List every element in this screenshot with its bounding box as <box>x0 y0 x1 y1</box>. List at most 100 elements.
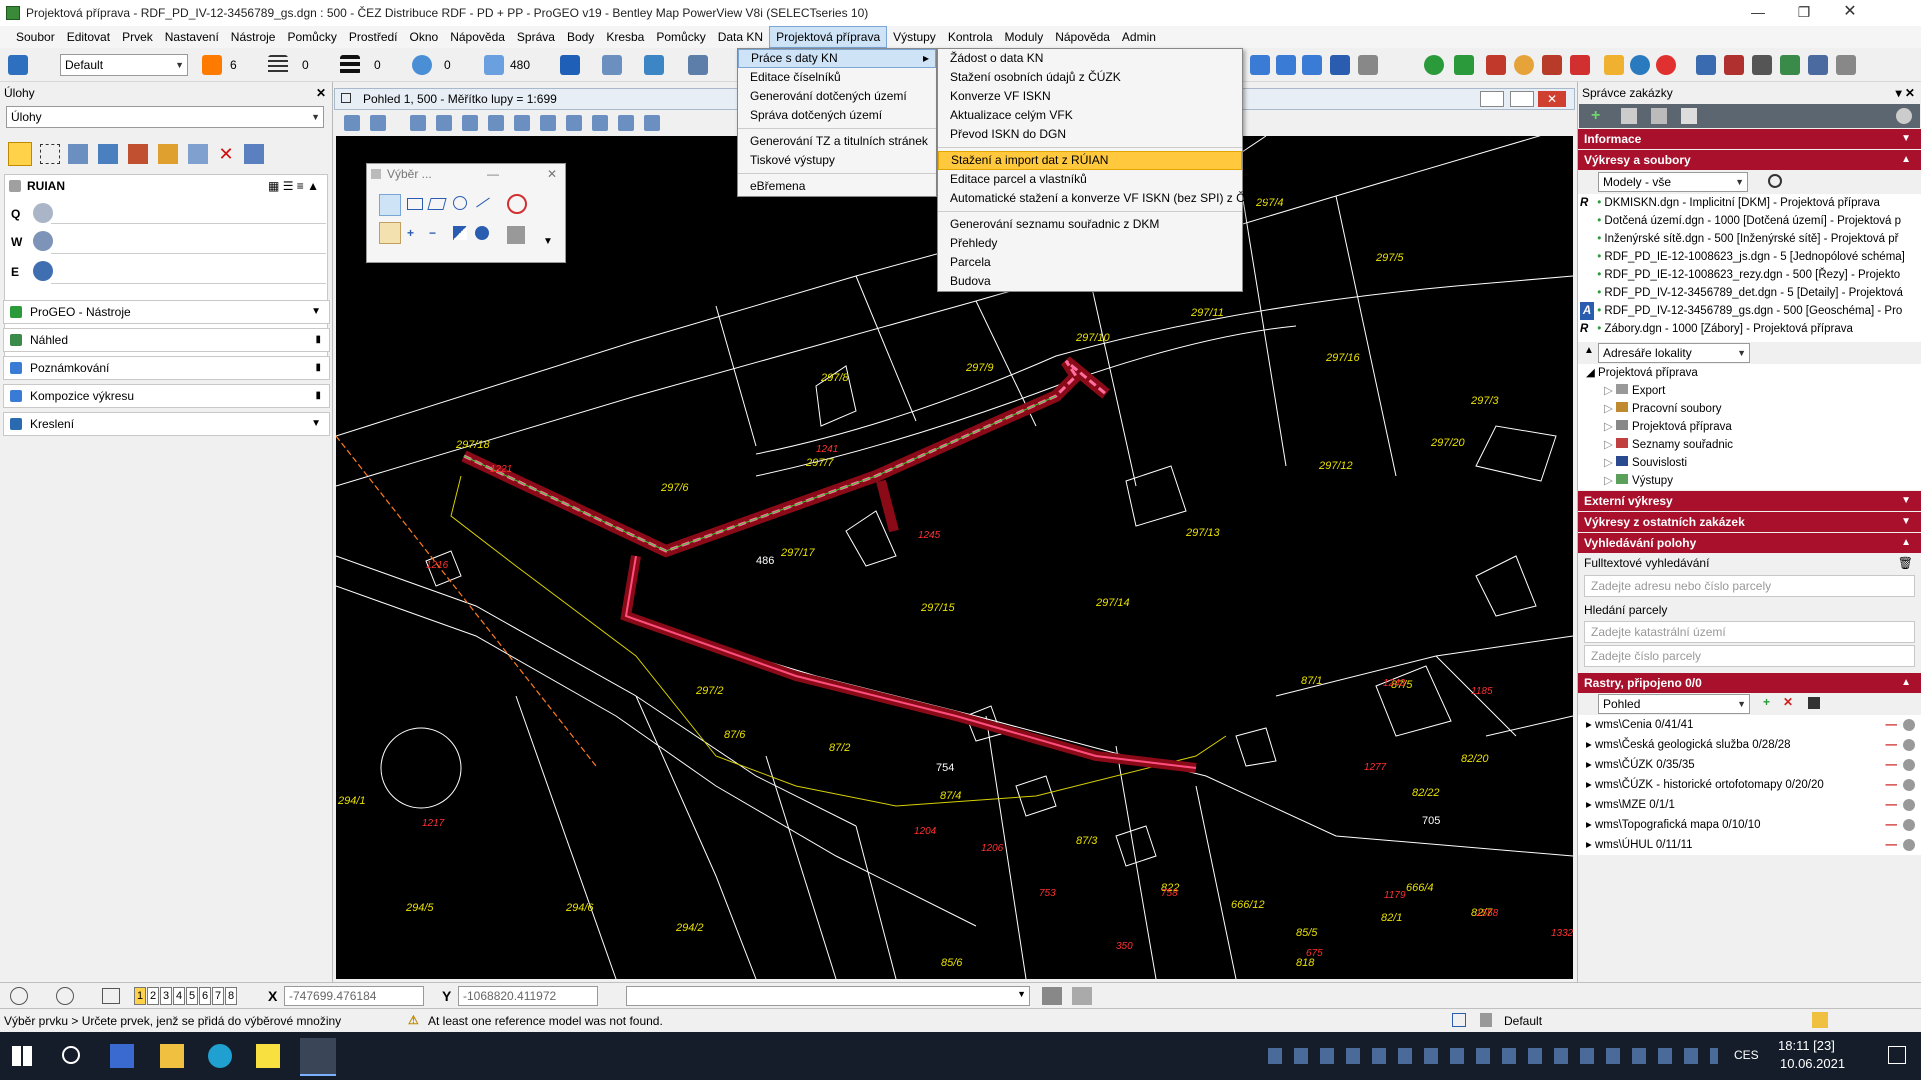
print-icon[interactable] <box>1042 987 1062 1005</box>
selection-more-icon[interactable]: ▼ <box>543 236 553 247</box>
ml-icon[interactable] <box>1752 55 1772 75</box>
sticky-notes-icon[interactable] <box>256 1044 280 1068</box>
wms-item[interactable]: ▸ wms\ČÚZK 0/35/35 — <box>1586 755 1921 775</box>
projekt-menu-item-6[interactable]: eBřemena <box>738 177 936 196</box>
select-line-icon[interactable] <box>476 197 490 208</box>
wms-expand-icon[interactable]: ▸ <box>1586 819 1595 831</box>
map-icon[interactable] <box>1780 55 1800 75</box>
priority-icon[interactable] <box>484 55 504 75</box>
katastr-input[interactable]: Zadejte katastrální území <box>1584 621 1915 643</box>
projekt-menu-item-0[interactable]: Práce s daty KN ▸ <box>738 49 936 68</box>
view-page-button[interactable]: 5 <box>186 987 198 1005</box>
snap-icon[interactable] <box>1452 1013 1466 1027</box>
wms-item[interactable]: ▸ wms\Česká geologická služba 0/28/28 — <box>1586 735 1921 755</box>
wms-expand-icon[interactable]: ▸ <box>1586 839 1595 851</box>
select-arrow-icon[interactable] <box>8 142 32 166</box>
back-icon[interactable] <box>10 987 28 1005</box>
task-section-2[interactable]: Poznámkování ▮ <box>3 356 330 380</box>
mode-all-icon[interactable] <box>475 226 489 240</box>
kn-menu-item-6[interactable]: Editace parcel a vlastníků <box>938 170 1242 189</box>
tree-root[interactable]: ◢ Projektová příprava <box>1586 364 1921 382</box>
zoom-out-icon[interactable] <box>436 115 452 131</box>
view-display-icon[interactable] <box>370 115 386 131</box>
wms-remove-icon[interactable]: — <box>1886 835 1898 855</box>
lock-icon[interactable] <box>1604 55 1624 75</box>
projekt-menu-item-3[interactable]: Správa dotčených území <box>738 106 936 125</box>
save-raster-icon[interactable] <box>1808 697 1820 709</box>
section-chevron-icon[interactable]: ▮ <box>315 357 321 379</box>
view-page-button[interactable]: 4 <box>173 987 185 1005</box>
undo-icon[interactable] <box>1330 55 1350 75</box>
menu-9[interactable]: Správa <box>511 26 561 48</box>
wms-settings-icon[interactable] <box>1903 759 1915 771</box>
view-page-button[interactable]: 2 <box>147 987 159 1005</box>
window-area-icon[interactable] <box>462 115 478 131</box>
view-page-button[interactable]: 8 <box>225 987 237 1005</box>
wms-expand-icon[interactable]: ▸ <box>1586 759 1595 771</box>
view-page-button[interactable]: 1 <box>134 987 146 1005</box>
line-weight-icon[interactable] <box>340 55 360 75</box>
view-page-button[interactable]: 3 <box>160 987 172 1005</box>
measure-icon[interactable] <box>1696 55 1716 75</box>
pencil-red-icon[interactable] <box>1486 55 1506 75</box>
tree-item[interactable]: ▷ Export <box>1586 382 1921 400</box>
pen-tool-icon[interactable] <box>1542 55 1562 75</box>
globe-icon[interactable] <box>1630 55 1650 75</box>
query-icon[interactable] <box>1072 987 1092 1005</box>
panel-icon[interactable] <box>1358 55 1378 75</box>
wms-settings-icon[interactable] <box>1903 799 1915 811</box>
close-panel-icon[interactable]: ✕ <box>316 82 326 104</box>
list-icon[interactable] <box>1681 108 1697 124</box>
tree-expand-icon[interactable]: ▷ <box>1604 421 1616 433</box>
tree-item[interactable]: ▷ Seznamy souřadnic <box>1586 436 1921 454</box>
zoom-in-icon[interactable] <box>410 115 426 131</box>
menu-19[interactable]: Admin <box>1116 26 1162 48</box>
view-next-icon[interactable] <box>592 115 608 131</box>
minimize-button[interactable]: — <box>1735 0 1781 26</box>
menu-15[interactable]: Výstupy <box>887 26 942 48</box>
wms-remove-icon[interactable]: — <box>1886 715 1898 735</box>
task-section-3[interactable]: Kompozice výkresu ▮ <box>3 384 330 408</box>
projekt-menu-item-5[interactable]: Tiskové výstupy <box>738 151 936 170</box>
mode-invert-icon[interactable] <box>453 226 467 240</box>
parcel-number-input[interactable]: Zadejte číslo parcely <box>1584 645 1915 667</box>
tree-expand-icon[interactable]: ▷ <box>1604 475 1616 487</box>
y-coordinate-field[interactable]: -1068820.411972 <box>458 986 598 1006</box>
edge-icon[interactable] <box>208 1044 232 1068</box>
table-icon[interactable] <box>644 55 664 75</box>
wms-item[interactable]: ▸ wms\Cenia 0/41/41 — <box>1586 715 1921 735</box>
informace-header[interactable]: Informace ▼ <box>1578 129 1921 149</box>
menu-11[interactable]: Kresba <box>600 26 650 48</box>
search-models-icon[interactable] <box>1768 174 1782 188</box>
forward-icon[interactable] <box>56 987 74 1005</box>
tasks-combo[interactable]: Úlohy ▼ <box>6 106 324 128</box>
clock-time[interactable]: 18:11 [23] <box>1778 1038 1835 1053</box>
ruian-tool-q-icon[interactable] <box>33 203 53 223</box>
view-page-button[interactable]: 6 <box>199 987 211 1005</box>
xfm-tool-3-icon[interactable] <box>1302 55 1322 75</box>
command-input[interactable]: ▼ <box>626 986 1030 1006</box>
collapse-icon[interactable]: ▲ <box>1584 345 1594 356</box>
wms-item[interactable]: ▸ wms\ČÚZK - historické ortofotomapy 0/2… <box>1586 775 1921 795</box>
edit-icon[interactable] <box>1724 55 1744 75</box>
projekt-menu-item-1[interactable]: Editace číselníků <box>738 68 936 87</box>
vykresy-header[interactable]: Výkresy a soubory ▲ <box>1578 150 1921 170</box>
menu-7[interactable]: Okno <box>404 26 445 48</box>
menu-5[interactable]: Pomůcky <box>281 26 342 48</box>
menu-14[interactable]: Projektová příprava <box>769 26 888 48</box>
task-section-1[interactable]: Náhled ▮ <box>3 328 330 352</box>
menu-16[interactable]: Kontrola <box>942 26 999 48</box>
wms-expand-icon[interactable]: ▸ <box>1586 799 1595 811</box>
externi-header[interactable]: Externí výkresy ▼ <box>1578 491 1921 511</box>
views-icon[interactable] <box>102 988 120 1004</box>
change-attributes-icon[interactable] <box>188 144 208 164</box>
kn-menu-item-11[interactable]: Budova <box>938 272 1242 291</box>
wms-expand-icon[interactable]: ▸ <box>1586 739 1595 751</box>
pan-view-icon[interactable] <box>540 115 556 131</box>
section-chevron-icon[interactable]: ▼ <box>311 413 321 435</box>
tree-item[interactable]: ▷ Výstupy <box>1586 472 1921 490</box>
color-swatch-icon[interactable] <box>202 55 222 75</box>
view-page-button[interactable]: 7 <box>212 987 224 1005</box>
kn-menu-item-4[interactable]: Převod ISKN do DGN <box>938 125 1242 144</box>
tree-item[interactable]: ▷ Projektová příprava <box>1586 418 1921 436</box>
